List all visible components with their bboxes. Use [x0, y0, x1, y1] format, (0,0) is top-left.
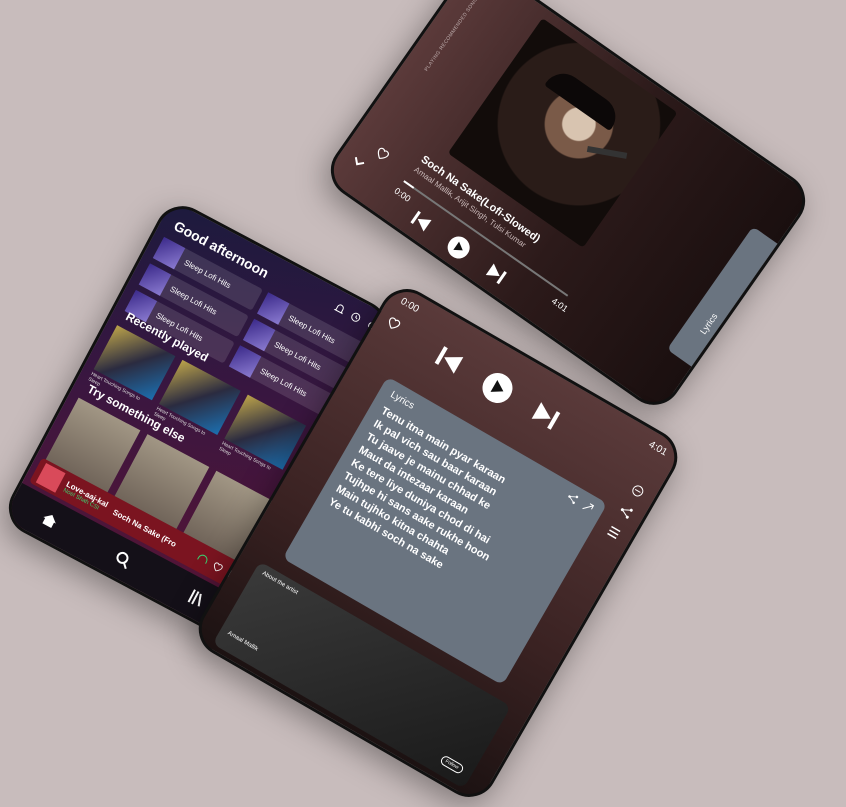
lyrics-tab[interactable]: Lyrics: [666, 226, 778, 367]
minus-circle-icon[interactable]: [630, 483, 646, 499]
time-elapsed: 0:00: [398, 295, 421, 316]
lyrics-tab-label: Lyrics: [698, 311, 720, 337]
chevron-down-icon[interactable]: [351, 156, 365, 169]
history-icon[interactable]: [349, 311, 363, 325]
headphones-icon[interactable]: [196, 551, 211, 566]
heart-icon[interactable]: [373, 144, 392, 163]
time-elapsed: 0:00: [392, 185, 413, 204]
home-icon[interactable]: [39, 510, 60, 530]
queue-icon[interactable]: [606, 524, 622, 540]
time-total: 4:01: [549, 295, 570, 315]
previous-icon[interactable]: [407, 207, 434, 235]
playing-caption: PLAYING RECOMMENDED SONGS FOR YOU: [423, 0, 498, 73]
search-icon[interactable]: [112, 548, 134, 570]
play-icon[interactable]: [477, 367, 518, 408]
expand-icon[interactable]: [581, 500, 595, 514]
previous-icon[interactable]: [432, 344, 466, 376]
artist-name: Amaal Mallik: [226, 630, 259, 653]
progress-fill: [403, 180, 415, 189]
heart-icon[interactable]: [385, 314, 404, 332]
follow-button[interactable]: Follow: [438, 754, 465, 776]
about-label: About the artist: [260, 570, 299, 597]
next-icon[interactable]: [529, 400, 563, 432]
play-icon[interactable]: [443, 232, 474, 263]
library-icon[interactable]: [186, 588, 208, 610]
time-total: 4:01: [646, 439, 670, 459]
heart-icon[interactable]: [211, 559, 226, 574]
next-icon[interactable]: [483, 260, 510, 288]
bell-icon[interactable]: [333, 302, 347, 316]
share-icon[interactable]: [618, 504, 634, 520]
